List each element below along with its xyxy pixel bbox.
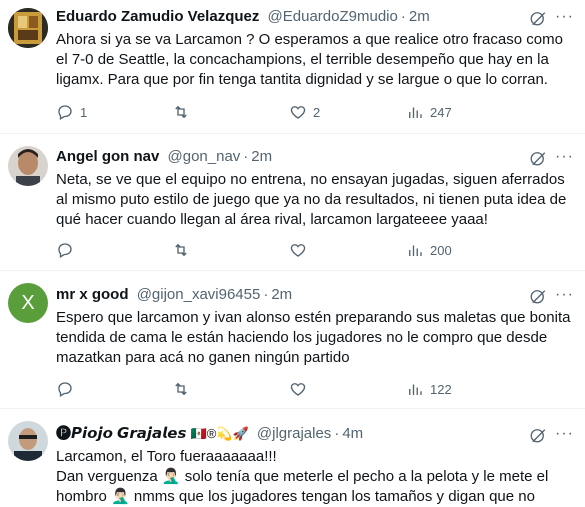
display-name[interactable]: Eduardo Zamudio Velazquez	[56, 8, 259, 25]
heart-icon	[290, 106, 306, 119]
retweet-icon	[175, 243, 187, 257]
avatar[interactable]: X	[8, 283, 48, 323]
reply-icon	[58, 382, 72, 397]
like-button[interactable]	[289, 240, 313, 260]
separator-dot: ·	[400, 8, 406, 25]
retweet-button[interactable]	[172, 102, 196, 122]
tweet[interactable]: 🅟𝙋𝙞𝙤𝙟𝙤 𝙂𝙧𝙖𝙟𝙖𝙡𝙚𝙨 🇲🇽®💫🚀 @jlgrajales · 4m ···…	[0, 409, 585, 507]
reply-button[interactable]	[56, 379, 80, 399]
grok-icon[interactable]	[529, 149, 547, 167]
tweet-text-line: Larcamon, el Toro fueraaaaaaa!!!	[56, 448, 277, 465]
tweet-header: mr x good @gijon_xavi96455 · 2m	[56, 284, 575, 306]
more-options-icon[interactable]: ···	[555, 426, 575, 447]
timestamp[interactable]: 2m	[251, 148, 272, 165]
timestamp[interactable]: 2m	[409, 8, 430, 25]
retweet-button[interactable]	[172, 379, 196, 399]
tweet-actions: 122	[56, 379, 566, 399]
heart-icon	[290, 383, 306, 396]
like-button[interactable]: 2	[289, 102, 320, 122]
grok-icon[interactable]	[529, 9, 547, 27]
tweet-header: Angel gon nav @gon_nav · 2m	[56, 146, 575, 168]
user-handle[interactable]: @gon_nav	[168, 148, 241, 165]
timestamp[interactable]: 4m	[342, 425, 363, 442]
views-button[interactable]: 247	[406, 102, 452, 122]
tweet-text: Neta, se ve que el equipo no entrena, no…	[56, 171, 567, 228]
tweet-header: Eduardo Zamudio Velazquez @EduardoZ9mudi…	[56, 6, 575, 28]
user-photo-icon	[8, 146, 48, 186]
avatar-letter: X	[21, 291, 35, 314]
like-button[interactable]	[289, 379, 313, 399]
view-count: 200	[430, 242, 452, 258]
retweet-icon	[175, 382, 187, 396]
tweet[interactable]: Eduardo Zamudio Velazquez @EduardoZ9mudi…	[0, 0, 585, 134]
more-options-icon[interactable]: ···	[555, 149, 575, 170]
views-chart-icon	[409, 245, 422, 256]
like-count: 2	[313, 104, 321, 120]
separator-dot: ·	[243, 148, 249, 165]
tweet-text-line: Dan verguenza 🤦🏻‍♂️ solo tenía que meter…	[56, 468, 549, 485]
reply-icon	[58, 243, 72, 258]
avatar[interactable]	[8, 8, 48, 48]
avatar[interactable]	[8, 146, 48, 186]
grok-icon[interactable]	[529, 287, 547, 305]
display-name[interactable]: mr x good	[56, 286, 129, 303]
views-chart-icon	[409, 384, 422, 395]
user-photo-icon	[8, 421, 48, 461]
retweet-icon	[175, 105, 187, 119]
display-name[interactable]: 🅟𝙋𝙞𝙤𝙟𝙤 𝙂𝙧𝙖𝙟𝙖𝙡𝙚𝙨	[56, 425, 186, 442]
user-photo-icon	[8, 8, 48, 48]
more-options-icon[interactable]: ···	[555, 9, 575, 30]
tweet-text: Ahora si ya se va Larcamon ? O esperamos…	[56, 31, 563, 88]
tweet-text: Larcamon, el Toro fueraaaaaaa!!! Dan ver…	[56, 447, 574, 507]
more-options-icon[interactable]: ···	[555, 287, 575, 308]
tweet-text-line: hombro 🤦🏻‍♂️ nmms que los jugadores teng…	[56, 488, 535, 505]
tweet[interactable]: X mr x good @gijon_xavi96455 · 2m ··· Espe…	[0, 271, 585, 409]
tweet[interactable]: Angel gon nav @gon_nav · 2m ··· Neta, se v…	[0, 134, 585, 271]
display-name[interactable]: Angel gon nav	[56, 148, 159, 165]
views-button[interactable]: 200	[406, 240, 452, 260]
name-emoji: 🇲🇽®💫🚀	[190, 426, 249, 441]
view-count: 122	[430, 381, 452, 397]
user-handle[interactable]: @jlgrajales	[257, 425, 331, 442]
user-handle[interactable]: @EduardoZ9mudio	[268, 8, 398, 25]
separator-dot: ·	[334, 425, 340, 442]
reply-count: 1	[80, 104, 88, 120]
tweet-actions: 1 2 247	[56, 102, 566, 122]
timestamp[interactable]: 2m	[271, 286, 292, 303]
reply-button[interactable]	[56, 240, 80, 260]
retweet-button[interactable]	[172, 240, 196, 260]
reply-icon	[58, 105, 72, 120]
tweet-text: Espero que larcamon y ivan alonso estén …	[56, 309, 571, 366]
user-handle[interactable]: @gijon_xavi96455	[137, 286, 261, 303]
views-button[interactable]: 122	[406, 379, 452, 399]
separator-dot: ·	[263, 286, 269, 303]
grok-icon[interactable]	[529, 426, 547, 444]
avatar[interactable]	[8, 421, 48, 461]
heart-icon	[290, 244, 306, 257]
tweet-actions: 200	[56, 240, 566, 260]
reply-button[interactable]: 1	[56, 102, 87, 122]
view-count: 247	[430, 104, 452, 120]
tweet-header: 🅟𝙋𝙞𝙤𝙟𝙤 𝙂𝙧𝙖𝙟𝙖𝙡𝙚𝙨 🇲🇽®💫🚀 @jlgrajales · 4m	[56, 423, 575, 445]
views-chart-icon	[409, 107, 422, 118]
